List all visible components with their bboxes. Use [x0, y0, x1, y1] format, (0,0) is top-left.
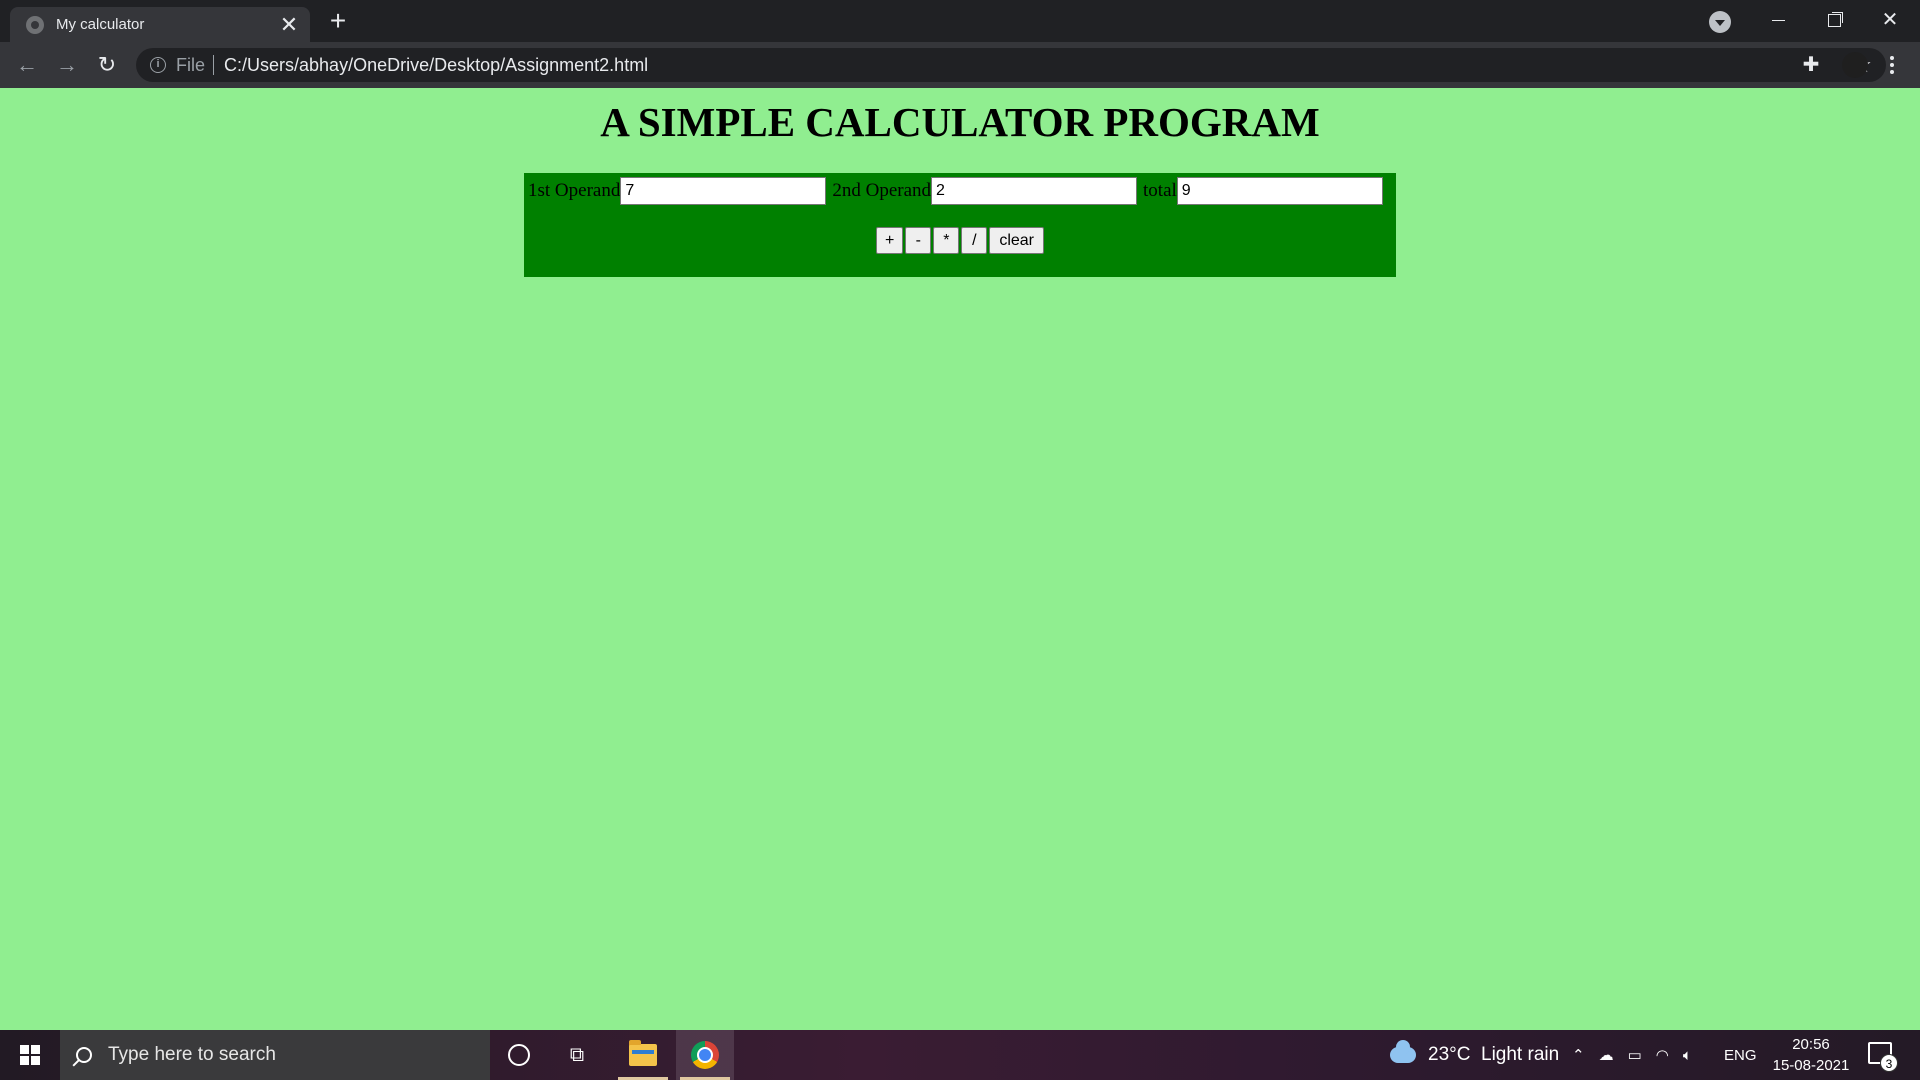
browser-titlebar: My calculator ✕ + ✕: [0, 0, 1920, 42]
weather-text: 23°C Light rain: [1428, 1044, 1560, 1065]
cortana-icon[interactable]: [508, 1044, 530, 1066]
chrome-app[interactable]: [676, 1030, 734, 1080]
weather-widget[interactable]: 23°C Light rain: [1390, 1030, 1559, 1080]
operands-row: 1st Operand 2nd Operand total: [528, 177, 1383, 205]
clear-button[interactable]: clear: [989, 227, 1045, 254]
url-scheme: File: [176, 54, 206, 75]
search-icon: [76, 1047, 92, 1063]
clock-date: 15-08-2021: [1772, 1057, 1850, 1074]
chevron-up-icon[interactable]: ⌃: [1572, 1046, 1585, 1064]
clock[interactable]: 20:56 15-08-2021: [1766, 1034, 1856, 1076]
onedrive-icon[interactable]: ☁: [1599, 1046, 1614, 1064]
total-label: total: [1143, 180, 1177, 201]
profile-avatar[interactable]: [1842, 52, 1868, 78]
system-tray: ⌃ ☁ ▭ ◠ 🔈︎: [1572, 1030, 1692, 1080]
kebab-menu-icon[interactable]: [1882, 52, 1902, 78]
windows-logo-icon: [20, 1045, 40, 1065]
total-input[interactable]: [1176, 177, 1383, 205]
forward-arrow-icon[interactable]: →: [52, 50, 82, 80]
taskbar: Type here to search ⧉ 23°C Light rain ⌃ …: [0, 1030, 1920, 1080]
back-arrow-icon[interactable]: ←: [12, 50, 42, 80]
close-tab-icon[interactable]: ✕: [278, 13, 300, 36]
reload-icon[interactable]: ↻: [92, 50, 122, 80]
operand2-label: 2nd Operand: [832, 180, 932, 201]
operand2-input[interactable]: [931, 177, 1138, 205]
cloud-rain-icon: [1390, 1040, 1416, 1063]
multiply-button[interactable]: *: [933, 227, 960, 254]
chrome-icon: [691, 1041, 719, 1069]
url-separator: [213, 55, 215, 75]
close-window-button[interactable]: ✕: [1862, 0, 1918, 42]
tab-search-icon[interactable]: [1709, 11, 1731, 33]
tab-title: My calculator: [56, 16, 145, 33]
start-button[interactable]: [0, 1030, 60, 1080]
add-button[interactable]: +: [875, 227, 904, 254]
globe-icon: [26, 15, 44, 34]
operator-buttons: + - * / clear: [524, 227, 1396, 255]
subtract-button[interactable]: -: [905, 227, 932, 254]
minimize-button[interactable]: [1750, 0, 1806, 42]
browser-tab[interactable]: My calculator ✕: [10, 7, 310, 42]
search-placeholder: Type here to search: [108, 1044, 276, 1065]
restore-button[interactable]: [1806, 0, 1862, 42]
calculator-panel: 1st Operand 2nd Operand total + - * / cl…: [524, 173, 1396, 277]
clock-time: 20:56: [1792, 1036, 1830, 1053]
url-text[interactable]: C:/Users/abhay/OneDrive/Desktop/Assignme…: [224, 55, 1852, 76]
operand1-label: 1st Operand: [528, 180, 621, 201]
page-content: A SIMPLE CALCULATOR PROGRAM 1st Operand …: [0, 88, 1920, 1030]
notification-badge: 3: [1880, 1054, 1898, 1072]
folder-icon: [629, 1040, 657, 1066]
browser-toolbar: ← → ↻ i File C:/Users/abhay/OneDrive/Des…: [0, 42, 1920, 88]
new-tab-button[interactable]: +: [324, 7, 352, 36]
taskbar-search[interactable]: Type here to search: [60, 1030, 490, 1080]
operand1-input[interactable]: [620, 177, 827, 205]
address-bar[interactable]: i File C:/Users/abhay/OneDrive/Desktop/A…: [136, 48, 1886, 82]
task-view-icon[interactable]: ⧉: [566, 1044, 588, 1066]
divide-button[interactable]: /: [961, 227, 988, 254]
language-indicator[interactable]: ENG: [1724, 1030, 1757, 1080]
battery-icon[interactable]: ▭: [1628, 1046, 1642, 1064]
page-title: A SIMPLE CALCULATOR PROGRAM: [600, 99, 1320, 145]
puzzle-icon[interactable]: ✚: [1800, 54, 1822, 76]
volume-icon[interactable]: 🔈︎: [1683, 1047, 1692, 1064]
info-icon[interactable]: i: [150, 57, 166, 73]
file-explorer-app[interactable]: [614, 1030, 672, 1080]
wifi-icon[interactable]: ◠: [1656, 1046, 1669, 1064]
